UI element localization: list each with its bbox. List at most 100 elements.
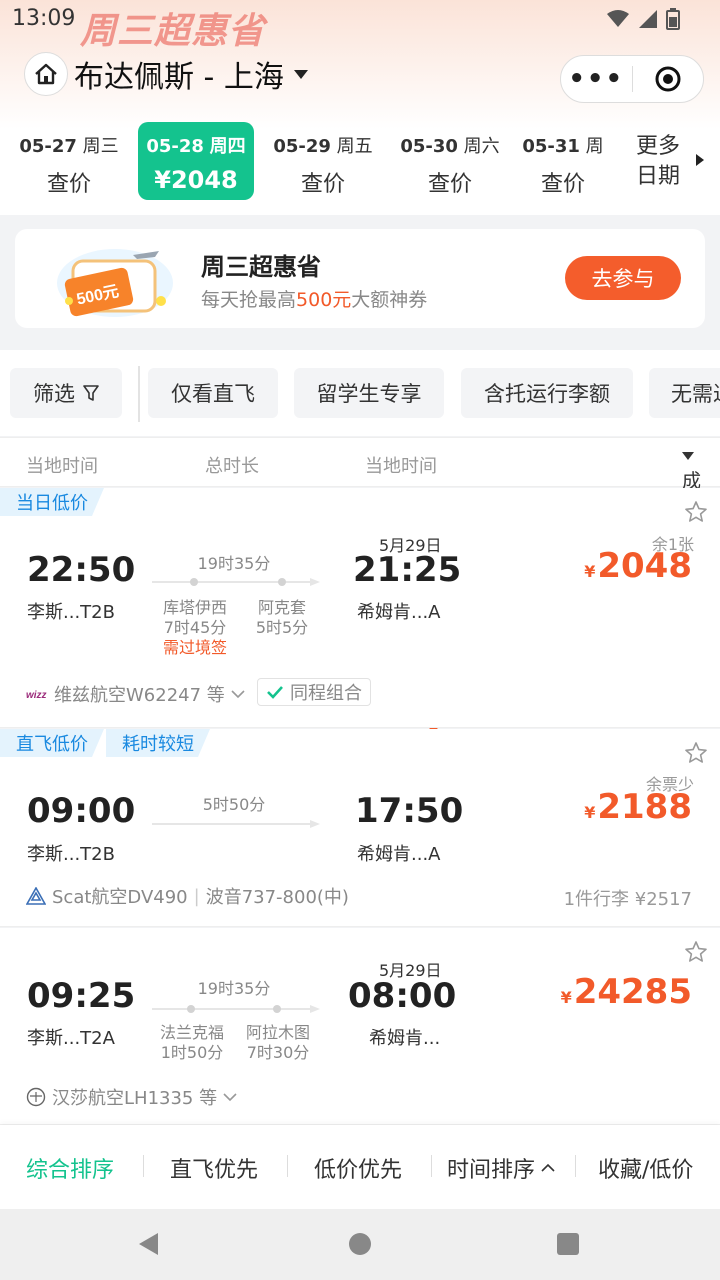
route-selector[interactable]: 布达佩斯 - 上海 <box>74 52 308 96</box>
header: 13:09 周三超惠省 布达佩斯 - 上海 ••• 05-27 周三 查价 05… <box>0 0 720 215</box>
baggage-chip[interactable]: 含托运行李额 <box>461 368 633 418</box>
date-tab[interactable]: 05-31 周 查价 <box>518 122 608 200</box>
wifi-icon <box>607 10 629 27</box>
star-icon[interactable] <box>684 940 708 964</box>
stop-dot <box>278 578 286 586</box>
scat-logo-icon <box>26 887 46 905</box>
flight-price: ¥2048 <box>584 546 692 586</box>
no-transit-visa-chip[interactable]: 无需过 <box>649 368 720 418</box>
chevron-right-icon <box>696 154 704 166</box>
flight-price: ¥2188 <box>584 787 692 827</box>
sort-low-price[interactable]: 低价优先 <box>314 1152 402 1184</box>
flight-tags: 直飞低价 耗时较短 <box>0 729 212 757</box>
funnel-icon <box>83 385 99 401</box>
departure-airport: 李斯...T2B <box>27 844 115 865</box>
status-time: 13:09 <box>12 6 76 31</box>
tag-shorter: 耗时较短 <box>106 729 210 757</box>
tag-direct-lowprice: 直飞低价 <box>0 729 104 757</box>
arrival-airport: 希姆肯...A <box>357 844 441 865</box>
stopover-2: 阿克套 5时5分 <box>255 598 309 637</box>
lufthansa-logo-icon <box>26 1087 46 1107</box>
combo-badge: 同程组合 <box>257 678 371 706</box>
baggage-price: 1件行李 ¥2517 <box>563 889 692 910</box>
system-nav-bar <box>0 1209 720 1280</box>
chevron-down-icon <box>293 69 308 79</box>
back-icon[interactable] <box>136 1231 162 1257</box>
airline-info[interactable]: wizz 维兹航空W62247 等 <box>26 681 245 707</box>
star-icon[interactable] <box>684 741 708 765</box>
direct-only-chip[interactable]: 仅看直飞 <box>148 368 278 418</box>
stop-dot <box>187 1005 195 1013</box>
recents-icon[interactable] <box>556 1232 580 1256</box>
target-icon <box>655 66 681 92</box>
arrival-time: 17:50 <box>355 791 464 831</box>
airline-info: Scat航空DV490 | 波音737-800(中) <box>26 883 349 909</box>
close-program-button[interactable] <box>633 65 704 93</box>
date-tab[interactable]: 05-27 周三 查价 <box>10 122 128 200</box>
stopover-1: 库塔伊西 7时45分 需过境签 <box>145 598 245 658</box>
more-dates-button[interactable]: 更多 日期 <box>636 132 680 192</box>
promo-banner[interactable]: 500元 周三超惠省 每天抢最高500元大额神券 去参与 <box>15 229 705 328</box>
join-button[interactable]: 去参与 <box>565 256 681 300</box>
flight-card[interactable]: 当日低价 22:50 李斯...T2B 19时35分 库塔伊西 7时45分 需过… <box>0 488 720 728</box>
flight-duration: 19时35分 <box>197 554 271 573</box>
chevron-down-icon <box>223 1093 237 1102</box>
visa-warning: 需过境签 <box>162 638 227 657</box>
departure-time: 22:50 <box>27 550 136 590</box>
chevron-down-icon <box>231 690 245 699</box>
chevron-up-icon <box>541 1163 555 1172</box>
airline-info[interactable]: 汉莎航空LH1335 等 <box>26 1084 237 1110</box>
home-icon <box>35 63 57 85</box>
sort-bar: 综合排序 直飞优先 低价优先 时间排序 收藏/低价 <box>0 1125 720 1209</box>
price-sort-dropdown[interactable]: 成人含税价 <box>682 452 701 600</box>
filter-button[interactable]: 筛选 <box>10 368 122 418</box>
star-icon[interactable] <box>684 500 708 524</box>
flight-card[interactable]: 直飞低价 耗时较短 09:00 李斯...T2B 5时50分 17:50 希姆肯… <box>0 729 720 927</box>
column-header: 当地时间 总时长 当地时间 成人含税价 <box>0 437 720 600</box>
students-chip[interactable]: 留学生专享 <box>294 368 444 418</box>
home-circle-icon[interactable] <box>348 1232 372 1256</box>
svg-text:wizz: wizz <box>26 690 47 700</box>
flight-card[interactable]: 09:25 李斯...T2A 19时35分 法兰克福 1时50分 阿拉木图 7时… <box>0 928 720 1125</box>
chevron-down-icon <box>682 452 694 460</box>
sort-overall[interactable]: 综合排序 <box>26 1152 114 1184</box>
arrival-airport: 希姆肯... <box>369 1028 441 1049</box>
home-button[interactable] <box>24 52 68 96</box>
departure-airport: 李斯...T2A <box>27 1028 115 1049</box>
sort-direct-first[interactable]: 直飞优先 <box>170 1152 258 1184</box>
tag-lowest-today: 当日低价 <box>0 488 104 516</box>
stopover-2: 阿拉木图 7时30分 <box>245 1023 310 1062</box>
flight-price: ¥24285 <box>560 972 692 1012</box>
stop-dot <box>273 1005 281 1013</box>
banner-title: 周三超惠省 <box>201 253 321 281</box>
flight-duration: 19时35分 <box>197 979 271 998</box>
stopover-1: 法兰克福 1时50分 <box>159 1023 224 1062</box>
arrival-airport: 希姆肯...A <box>357 602 441 623</box>
mini-program-capsule: ••• <box>560 55 704 103</box>
col-arr-time: 当地时间 <box>365 456 437 477</box>
col-duration: 总时长 <box>205 456 259 477</box>
banner-subtitle: 每天抢最高500元大额神券 <box>201 289 428 311</box>
date-tab[interactable]: 05-30 周六 查价 <box>391 122 509 200</box>
coupon-icon: 500元 <box>57 249 173 317</box>
col-dep-time: 当地时间 <box>26 456 98 477</box>
signal-icon <box>639 10 657 28</box>
departure-time: 09:00 <box>27 791 136 831</box>
route-title: 布达佩斯 - 上海 <box>74 60 284 95</box>
status-icons <box>606 8 680 30</box>
stop-dot <box>190 578 198 586</box>
filter-bar: 筛选 仅看直飞 留学生专享 含托运行李额 无需过 <box>0 350 720 735</box>
departure-airport: 李斯...T2B <box>27 602 115 623</box>
date-strip: 05-27 周三 查价 05-28 周四 ¥2048 05-29 周五 查价 0… <box>0 122 720 202</box>
check-icon <box>267 686 283 699</box>
sort-by-time[interactable]: 时间排序 <box>447 1152 555 1184</box>
wizz-logo-icon: wizz <box>26 690 47 700</box>
date-tab-selected[interactable]: 05-28 周四 ¥2048 <box>138 122 254 200</box>
sort-favorites[interactable]: 收藏/低价 <box>598 1152 693 1184</box>
flight-tags: 当日低价 <box>0 488 106 516</box>
promo-logo: 周三超惠省 <box>80 11 266 52</box>
more-menu-button[interactable]: ••• <box>561 66 632 92</box>
departure-time: 09:25 <box>27 976 136 1016</box>
arrival-time: 08:00 <box>348 976 457 1016</box>
date-tab[interactable]: 05-29 周五 查价 <box>264 122 382 200</box>
